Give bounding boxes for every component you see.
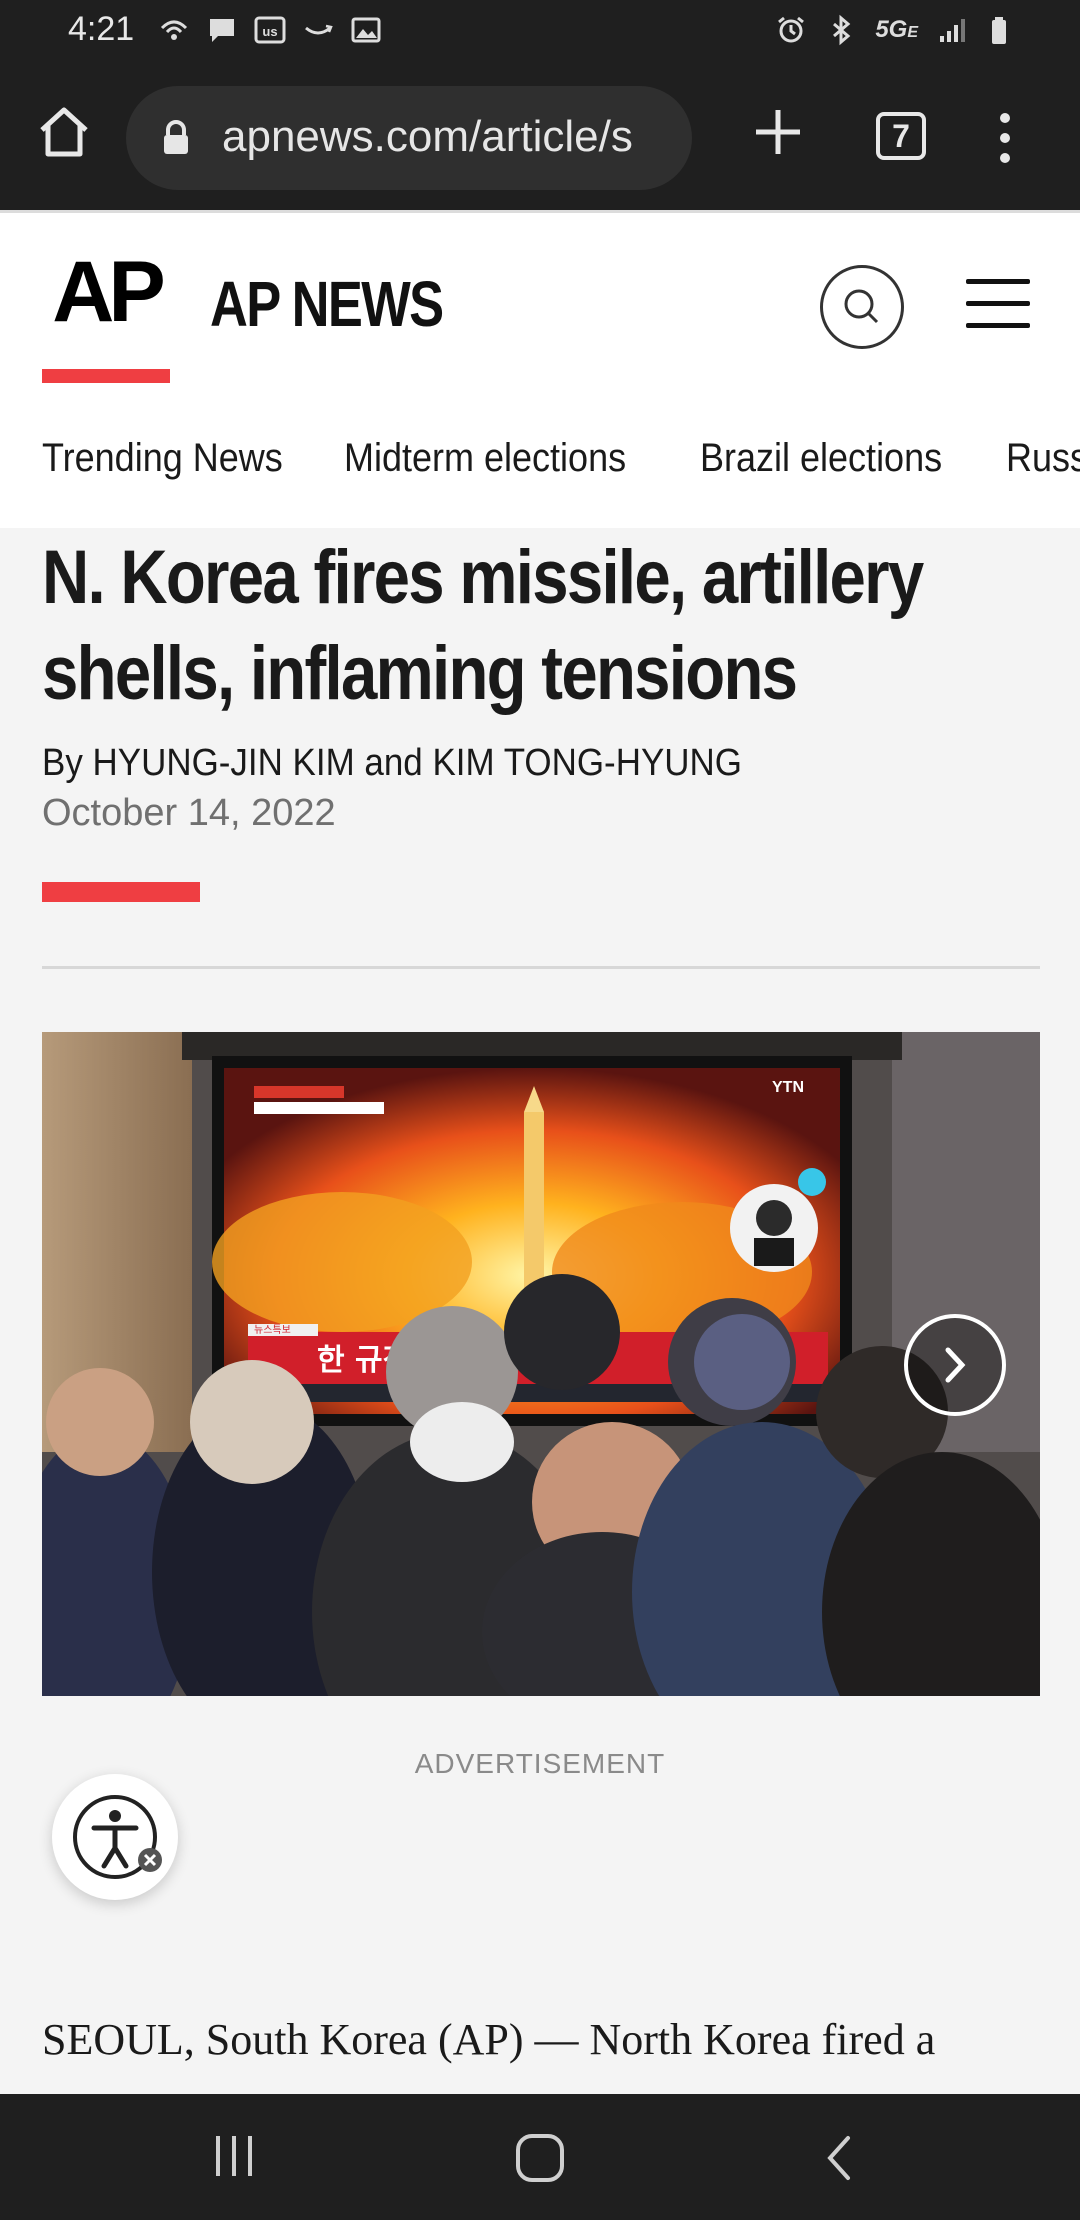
new-tab-icon[interactable]: [748, 102, 808, 162]
hamburger-line: [966, 323, 1030, 328]
wifi-calling-icon: [160, 20, 188, 40]
hamburger-line: [966, 279, 1030, 284]
site-name[interactable]: AP NEWS: [210, 267, 444, 341]
status-bar: 4:21 us 5GE: [0, 0, 1080, 64]
tv-banner-label: 뉴스특보: [254, 1324, 291, 1336]
nav-item-brazil-elections[interactable]: Brazil elections: [700, 436, 942, 481]
bluetooth-icon: [833, 14, 851, 46]
recent-apps-icon[interactable]: [210, 2130, 258, 2182]
logo-red-bar: [42, 369, 170, 383]
tab-switcher-button[interactable]: 7: [876, 112, 926, 160]
notification-icons: us: [158, 14, 382, 46]
url-text: apnews.com/article/s: [222, 112, 633, 161]
photo-illustration: YTN 한 규정 세 번째 사례 뉴스특보: [42, 1032, 1040, 1696]
amazon-icon: [305, 24, 333, 35]
article-date: October 14, 2022: [42, 792, 336, 834]
nav-item-trending-news[interactable]: Trending News: [42, 436, 283, 481]
tv-channel-logo: YTN: [772, 1079, 804, 1096]
red-accent-bar: [42, 882, 200, 902]
next-photo-button[interactable]: [904, 1314, 1006, 1416]
usnews-app-icon: us: [254, 16, 286, 44]
alarm-icon: [778, 16, 805, 43]
search-button[interactable]: [820, 265, 904, 349]
status-time: 4:21: [68, 10, 135, 48]
topic-nav: Trending News Midterm elections Brazil e…: [0, 398, 1080, 528]
accessibility-icon: [73, 1795, 162, 1879]
divider: [42, 966, 1040, 969]
chevron-right-icon: [945, 1347, 966, 1383]
article-headline: N. Korea fires missile, artillery shells…: [42, 535, 924, 716]
article-photo[interactable]: YTN 한 규정 세 번째 사례 뉴스특보: [42, 1032, 1040, 1696]
accessibility-button[interactable]: [52, 1774, 178, 1900]
nav-item-midterm-elections[interactable]: Midterm elections: [344, 436, 626, 481]
address-bar[interactable]: apnews.com/article/s: [126, 86, 692, 190]
site-header: AP AP NEWS: [0, 210, 1080, 398]
system-icons: 5GE: [775, 14, 1018, 46]
menu-button[interactable]: [966, 279, 1030, 331]
ap-logo[interactable]: AP: [42, 233, 170, 383]
network-type: 5GE: [875, 16, 918, 43]
more-options-icon[interactable]: [990, 108, 1020, 168]
battery-icon: [992, 17, 1006, 44]
image-icon: [351, 17, 381, 43]
signal-icon: [940, 19, 965, 42]
article-body-first-line: SEOUL, South Korea (AP) — North Korea fi…: [42, 2015, 936, 2064]
home-icon[interactable]: [36, 104, 92, 160]
hamburger-line: [966, 301, 1030, 306]
svg-text:us: us: [262, 24, 277, 39]
browser-toolbar: apnews.com/article/s 7: [0, 64, 1080, 210]
system-navigation-bar: [0, 2094, 1080, 2220]
back-icon[interactable]: [818, 2130, 858, 2186]
article-byline: By HYUNG-JIN KIM and KIM TONG-HYUNG: [42, 742, 742, 784]
message-icon: [210, 19, 234, 42]
nav-item-russia[interactable]: Russ: [1006, 436, 1080, 481]
home-nav-icon[interactable]: [512, 2130, 568, 2186]
search-icon: [844, 289, 879, 324]
ap-logo-text: AP: [52, 244, 165, 340]
lock-icon: [164, 120, 188, 154]
